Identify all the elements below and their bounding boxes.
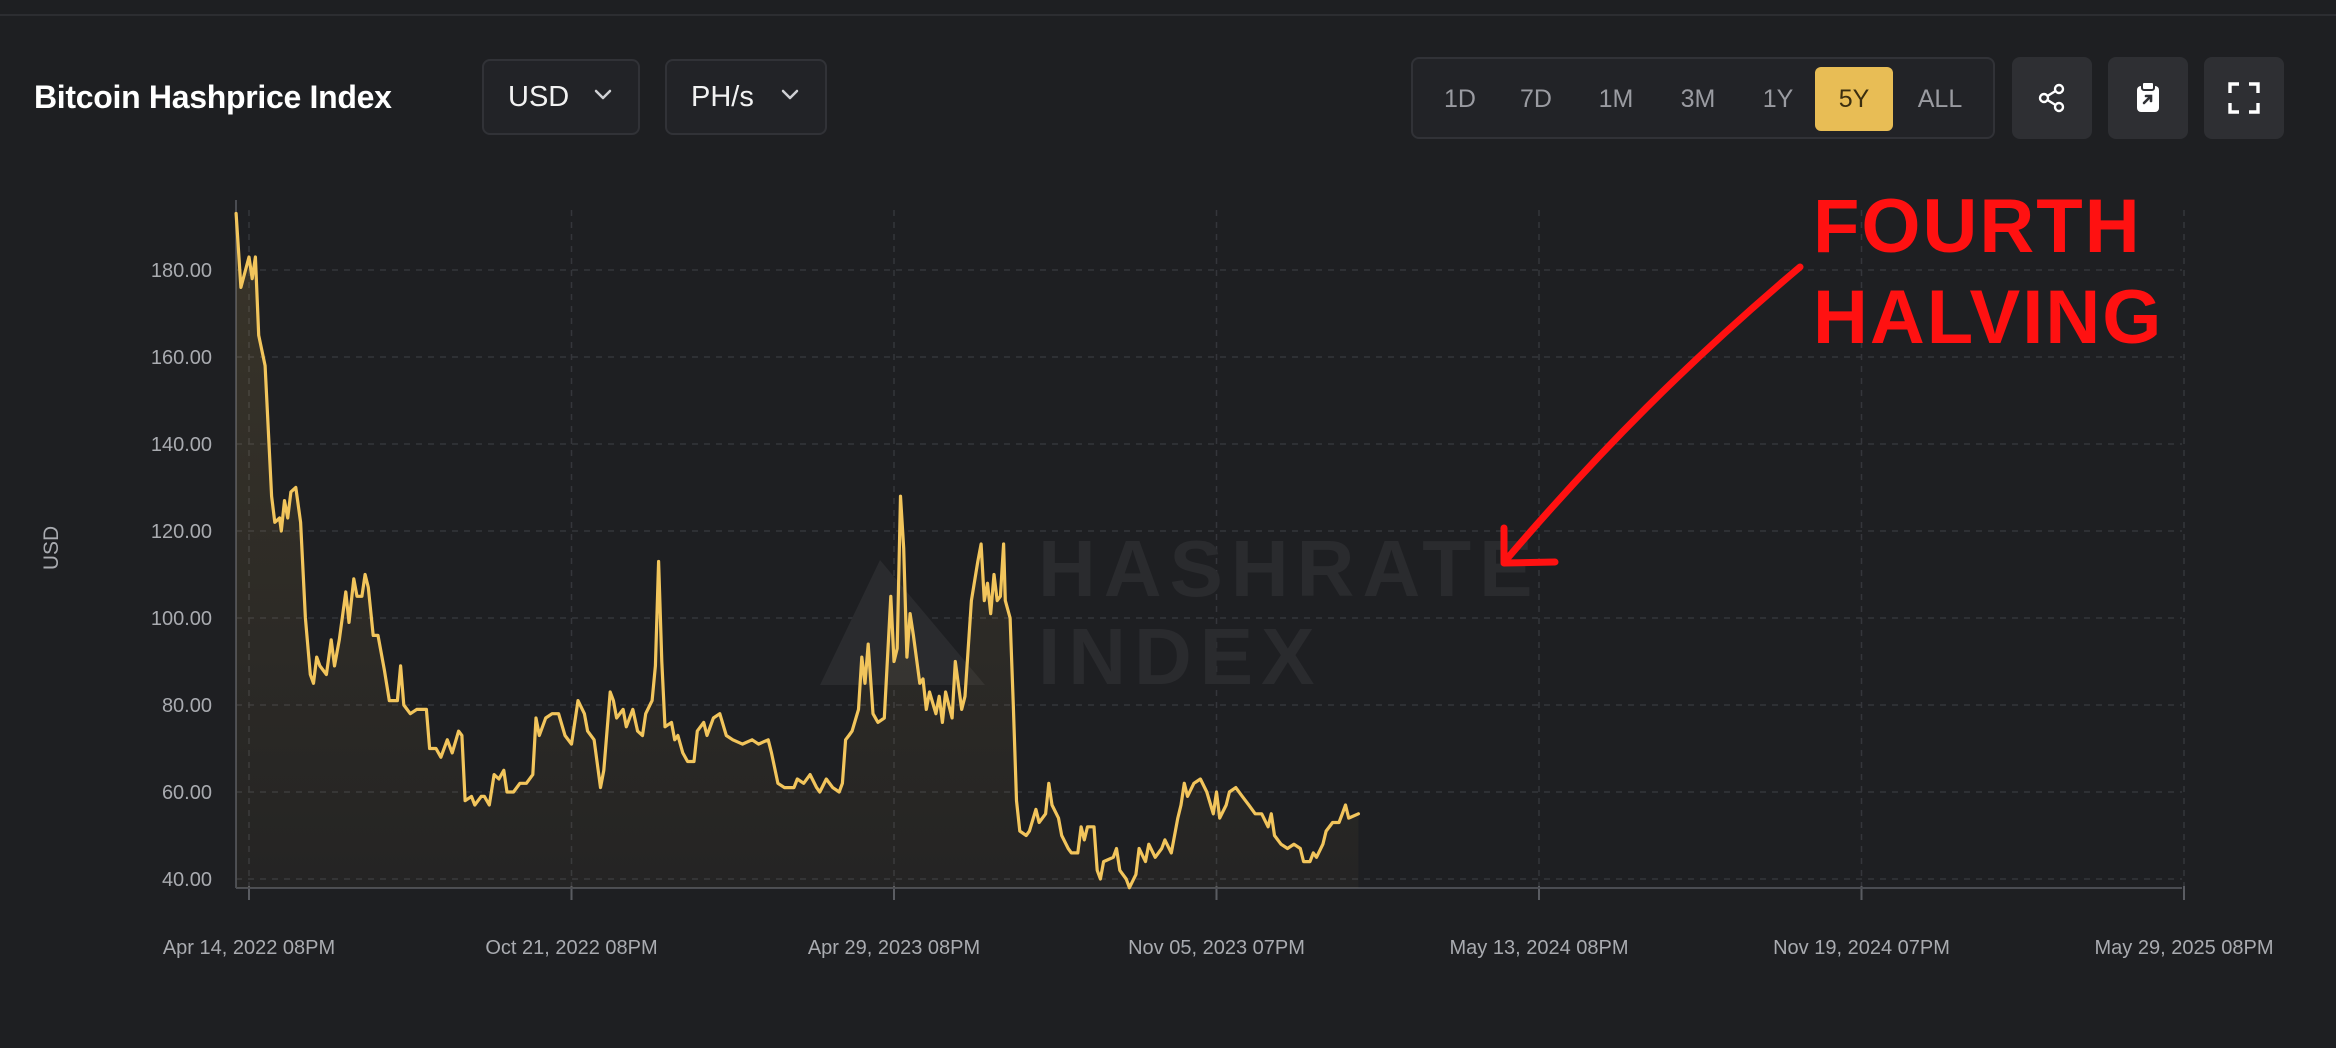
y-tick-label: 140.00 <box>151 434 212 456</box>
halving-annotation: FOURTH HALVING <box>1500 184 2163 567</box>
x-tick-label: Apr 14, 2022 08PM <box>163 937 335 959</box>
x-tick-label: May 13, 2024 08PM <box>1450 937 1629 959</box>
watermark-line-2: INDEX <box>1038 612 1323 701</box>
watermark-line-1: HASHRATE <box>1038 524 1541 613</box>
x-tick-label: Oct 21, 2022 08PM <box>485 937 657 959</box>
hashprice-chart: HASHRATE INDEX 40.00 60.00 80.00 100.00 120.… <box>40 184 2274 959</box>
y-tick-label: 80.00 <box>162 695 212 717</box>
x-tick-label: Nov 19, 2024 07PM <box>1773 937 1950 959</box>
y-tick-label: 40.00 <box>162 869 212 891</box>
watermark: HASHRATE INDEX <box>820 524 1541 701</box>
y-tick-label: 120.00 <box>151 521 212 543</box>
annotation-line-2: HALVING <box>1813 275 2163 360</box>
annotation-line-1: FOURTH <box>1813 184 2142 269</box>
y-tick-label: 180.00 <box>151 260 212 282</box>
x-tick-label: May 29, 2025 08PM <box>2095 937 2274 959</box>
annotation-arrow-shaft <box>1502 263 1804 564</box>
x-tick-label: Apr 29, 2023 08PM <box>808 937 980 959</box>
y-tick-label: 60.00 <box>162 782 212 804</box>
y-tick-label: 160.00 <box>151 347 212 369</box>
y-tick-label: 100.00 <box>151 608 212 630</box>
x-tick-label: Nov 05, 2023 07PM <box>1128 937 1305 959</box>
y-axis-label: USD <box>40 526 63 570</box>
